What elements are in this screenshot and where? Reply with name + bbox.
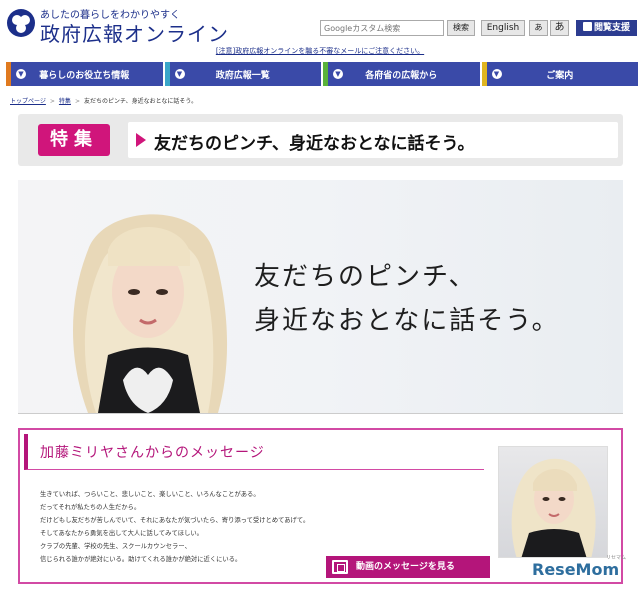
portrait-thumbnail <box>511 458 596 557</box>
breadcrumb-current: 友だちのピンチ、身近なおとなに話そう。 <box>83 98 198 105</box>
message-line: 信じられる誰かが絶対にいる。助けてくれる誰かが絶対に近くにいる。 <box>40 556 242 563</box>
message-title: 加藤ミリヤさんからのメッセージ <box>40 445 265 461</box>
breadcrumb-home[interactable]: トップページ <box>10 98 46 105</box>
search-input[interactable] <box>320 20 444 36</box>
resemom-watermark-sub: リセマム <box>606 555 627 561</box>
nav-stripe <box>323 62 328 86</box>
breadcrumb-separator: > <box>49 98 55 105</box>
accessibility-label: 閲覧支援 <box>593 23 630 33</box>
resemom-watermark: ReseMom <box>532 560 620 579</box>
nav-label: 暮らしのお役立ち情報 <box>39 70 130 81</box>
chevron-down-icon: ▼ <box>174 69 185 79</box>
video-button-label: 動画のメッセージを見る <box>356 562 455 572</box>
phishing-notice-link[interactable]: [注意]政府広報オンラインを騙る不審なメールにご注意ください。 <box>0 46 640 56</box>
portrait-illustration <box>73 214 228 413</box>
chevron-down-icon: ▼ <box>16 69 26 79</box>
divider <box>18 413 623 414</box>
nav-stripe <box>6 62 11 86</box>
message-header: 加藤ミリヤさんからのメッセージ <box>24 434 484 470</box>
accessibility-button[interactable]: 閲覧支援 <box>576 20 637 36</box>
nav-label: ご案内 <box>546 70 574 81</box>
film-icon <box>332 560 348 574</box>
feature-badge: 特集 <box>38 124 110 156</box>
feature-title: 友だちのピンチ、身近なおとなに話そう。 <box>154 134 475 154</box>
hero-image: 友だちのピンチ、 身近なおとなに話そう。 <box>18 180 623 413</box>
chevron-down-icon: ▼ <box>333 69 343 79</box>
global-nav: ▼ 暮らしのお役立ち情報 ▼ 政府広報一覧 ▼ 各府省の広報から ▼ ご案内 <box>6 62 638 86</box>
feature-title-box: 友だちのピンチ、身近なおとなに話そう。 <box>128 122 618 158</box>
arrow-right-icon <box>136 133 146 147</box>
hero-headline-line2: 身近なおとなに話そう。 <box>254 306 560 336</box>
nav-item-guide[interactable]: ▼ ご案内 <box>481 62 638 86</box>
message-line: そしてあなたから勇気を出して大人に話してみてほしい。 <box>40 530 203 537</box>
nav-item-gov-pr-list[interactable]: ▼ 政府広報一覧 <box>164 62 323 86</box>
message-line: クラブの先輩、学校の先生、スクールカウンセラー、 <box>40 543 191 550</box>
chevron-down-icon: ▼ <box>491 69 502 79</box>
breadcrumb-section[interactable]: 特集 <box>59 98 71 105</box>
message-line: だってそれが私たちの人生だから。 <box>40 504 141 511</box>
accessibility-icon <box>582 22 592 31</box>
english-button[interactable]: English <box>481 20 525 36</box>
hero-headline-line1: 友だちのピンチ、 <box>254 262 477 292</box>
message-line: 生きていれば、つらいこと、悲しいこと、楽しいこと、いろんなことがある。 <box>40 491 260 498</box>
government-logo-icon[interactable] <box>6 8 36 38</box>
breadcrumb-separator: > <box>74 98 80 105</box>
artist-photo <box>498 446 608 558</box>
watch-video-button[interactable]: 動画のメッセージを見る <box>326 556 490 578</box>
nav-stripe <box>164 62 170 86</box>
nav-stripe <box>481 62 487 86</box>
breadcrumb: トップページ > 特集 > 友だちのピンチ、身近なおとなに話そう。 <box>10 96 197 105</box>
font-small-button[interactable]: あ <box>529 20 548 36</box>
nav-item-living-info[interactable]: ▼ 暮らしのお役立ち情報 <box>6 62 165 86</box>
message-body: 生きていれば、つらいこと、悲しいこと、楽しいこと、いろんなことがある。 だってそ… <box>40 488 320 566</box>
nav-label: 各府省の広報から <box>365 70 438 81</box>
message-line: だけどもし友だちが苦しんでいて、それにあなたが気づいたら、寄り添って受けとめてあ… <box>40 517 310 524</box>
font-large-button[interactable]: あ <box>550 20 569 36</box>
nav-item-ministries[interactable]: ▼ 各府省の広報から <box>323 62 482 86</box>
site-title[interactable]: 政府広報オンライン <box>40 18 229 47</box>
feature-banner: 特集 友だちのピンチ、身近なおとなに話そう。 <box>18 114 623 166</box>
site-header: あしたの暮らしをわかりやすく 政府広報オンライン 検索 English あ あ … <box>0 0 640 50</box>
search-button[interactable]: 検索 <box>447 20 475 36</box>
nav-label: 政府広報一覧 <box>215 70 270 81</box>
